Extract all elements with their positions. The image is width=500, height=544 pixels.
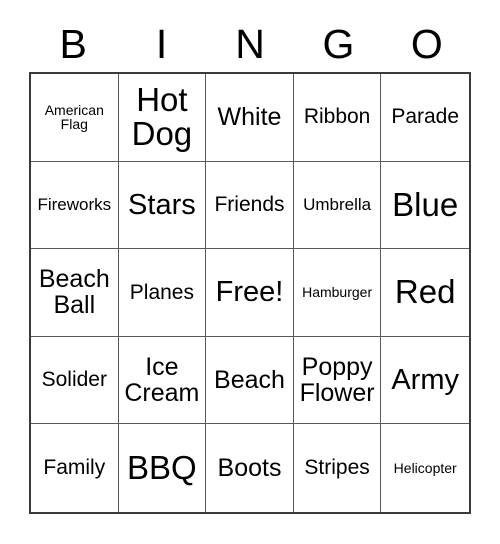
bingo-cell-label: Family [43, 456, 106, 480]
bingo-cell[interactable]: Ice Cream [118, 336, 207, 425]
bingo-cell-label: Blue [392, 185, 459, 223]
bingo-cell-label: Ice Cream [124, 353, 200, 408]
bingo-grid: American Flag Hot Dog White Ribbon Parad… [29, 72, 471, 514]
bingo-cell-label: Poppy Flower [299, 353, 375, 408]
bingo-cell-label: Beach Ball [38, 265, 110, 320]
bingo-cell-label: Solider [41, 368, 107, 392]
bingo-cell[interactable]: Hot Dog [118, 74, 207, 162]
bingo-cell[interactable]: Family [31, 424, 119, 512]
bingo-cell-label: Red [394, 273, 456, 311]
bingo-cell[interactable]: Helicopter [381, 424, 469, 512]
bingo-cell-label: Ribbon [303, 105, 371, 129]
header-letter-i: I [155, 20, 168, 67]
bingo-cell-label: Beach [214, 366, 285, 395]
bingo-cell[interactable]: Fireworks [31, 161, 119, 250]
bingo-cell-label: Stars [128, 188, 196, 221]
bingo-cell[interactable]: Beach Ball [31, 249, 119, 337]
bingo-cell[interactable]: Planes [118, 249, 207, 337]
bingo-cell-label: Friends [214, 192, 285, 216]
bingo-cell-label: American Flag [44, 101, 104, 133]
bingo-cell-label: Helicopter [393, 459, 457, 476]
bingo-cell-label: BBQ [127, 449, 197, 487]
bingo-cell-free[interactable]: Free! [206, 249, 294, 337]
bingo-header-row: B I N G O [29, 16, 471, 72]
bingo-cell-label: Fireworks [37, 195, 112, 215]
bingo-cell-label: Free! [215, 276, 284, 309]
bingo-card: B I N G O American Flag Hot Dog White Ri… [0, 0, 500, 544]
bingo-cell[interactable]: Red [381, 249, 469, 337]
header-letter-b: B [59, 20, 87, 67]
bingo-cell[interactable]: BBQ [118, 424, 207, 512]
bingo-cell-label: Umbrella [303, 195, 372, 215]
bingo-cell-label: Hamburger [302, 284, 373, 301]
bingo-cell-label: White [217, 103, 282, 132]
header-letter-n: N [235, 20, 265, 67]
bingo-cell[interactable]: Parade [381, 74, 469, 162]
bingo-cell[interactable]: American Flag [31, 74, 119, 162]
bingo-cell[interactable]: Ribbon [293, 74, 382, 162]
bingo-cell-label: Army [391, 364, 460, 397]
bingo-cell[interactable]: White [206, 74, 294, 162]
bingo-cell[interactable]: Solider [31, 336, 119, 425]
bingo-cell[interactable]: Umbrella [293, 161, 382, 250]
bingo-cell-label: Planes [129, 280, 194, 304]
bingo-cell[interactable]: Beach [206, 336, 294, 425]
bingo-cell-label: Parade [391, 105, 460, 129]
bingo-cell-label: Stripes [304, 456, 370, 480]
bingo-cell[interactable]: Hamburger [293, 249, 382, 337]
bingo-cell[interactable]: Friends [206, 161, 294, 250]
header-letter-o: O [410, 20, 443, 67]
bingo-cell[interactable]: Stars [118, 161, 207, 250]
bingo-cell-label: Hot Dog [131, 80, 193, 153]
bingo-cell[interactable]: Poppy Flower [293, 336, 382, 425]
bingo-cell[interactable]: Stripes [293, 424, 382, 512]
bingo-cell[interactable]: Boots [206, 424, 294, 512]
bingo-cell[interactable]: Blue [381, 161, 469, 250]
bingo-cell-label: Boots [217, 454, 282, 483]
bingo-cell[interactable]: Army [381, 336, 469, 425]
header-letter-g: G [322, 20, 355, 67]
